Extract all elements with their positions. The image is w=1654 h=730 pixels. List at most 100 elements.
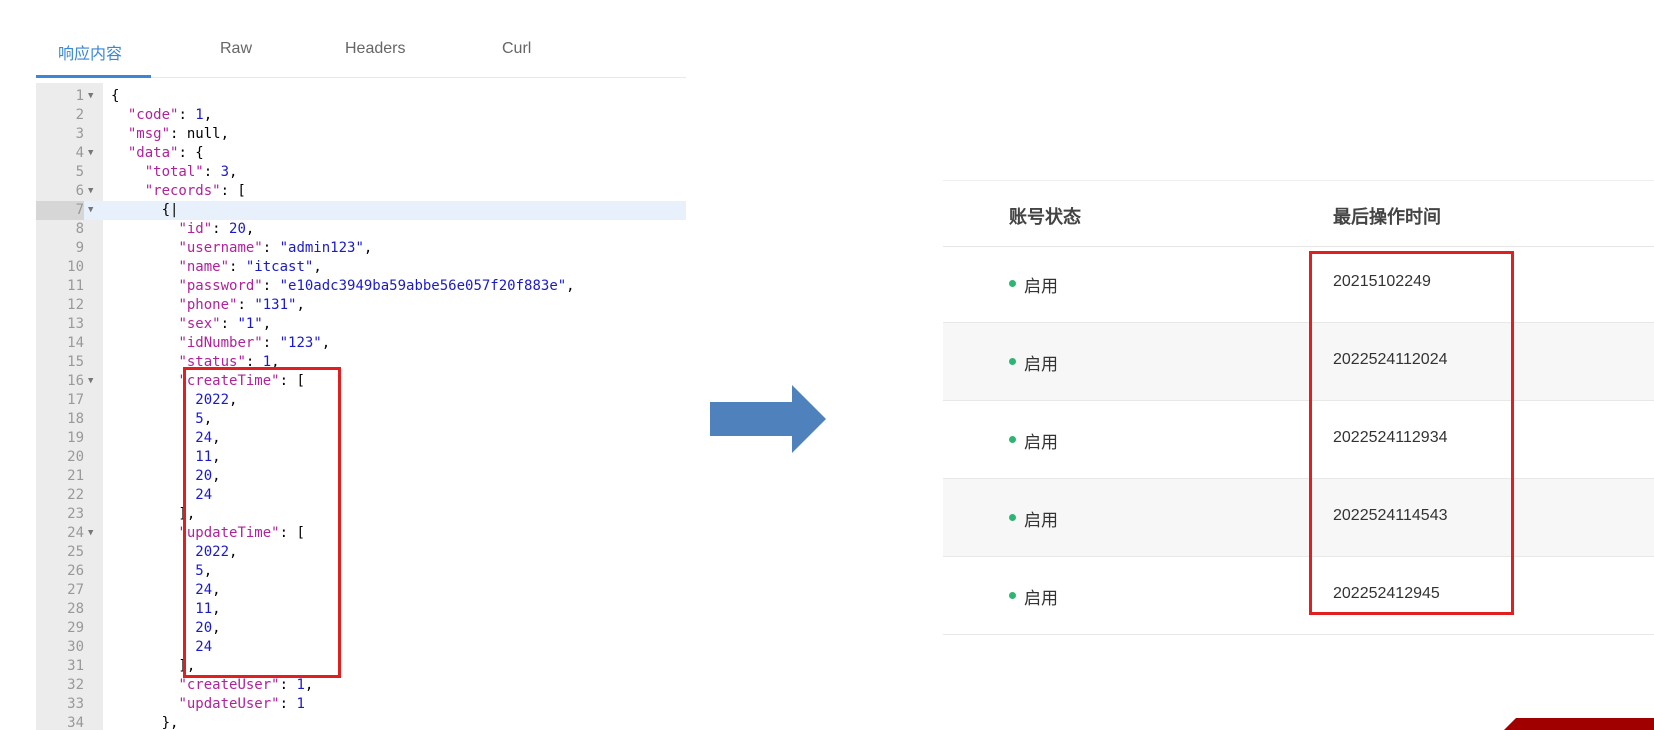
fold-toggle-icon[interactable]: ▼ bbox=[88, 87, 93, 106]
code-text: "data": { bbox=[127, 145, 204, 161]
line-number: 9 bbox=[75, 240, 84, 256]
code-line[interactable]: 4 ▼ "data": { bbox=[36, 144, 686, 163]
status-dot-icon bbox=[1009, 280, 1016, 287]
highlight-box-times bbox=[1309, 251, 1514, 615]
code-text: {| bbox=[111, 202, 179, 218]
code-line[interactable]: 19 24, bbox=[36, 429, 686, 448]
line-number: 6 bbox=[75, 183, 84, 199]
account-status: 启用 bbox=[1024, 433, 1058, 452]
line-number: 13 bbox=[67, 316, 84, 332]
code-line[interactable]: 25 2022, bbox=[36, 543, 686, 562]
code-line[interactable]: 18 5, bbox=[36, 410, 686, 429]
code-line[interactable]: 26 5, bbox=[36, 562, 686, 581]
line-number: 10 bbox=[67, 259, 84, 275]
table-row[interactable]: 启用 20215102249 bbox=[943, 245, 1654, 323]
table-header: 账号状态 最后操作时间 bbox=[943, 180, 1654, 247]
line-number: 2 bbox=[75, 107, 84, 123]
line-number: 29 bbox=[67, 620, 84, 636]
code-line[interactable]: 21 20, bbox=[36, 467, 686, 486]
line-number: 4 bbox=[75, 145, 84, 161]
code-text: "phone": "131", bbox=[178, 297, 305, 313]
code-line[interactable]: 2 "code": 1, bbox=[36, 106, 686, 125]
code-text: "sex": "1", bbox=[178, 316, 272, 332]
code-text: { bbox=[111, 88, 120, 104]
code-line[interactable]: 23 ], bbox=[36, 505, 686, 524]
line-number: 19 bbox=[67, 430, 84, 446]
table-row[interactable]: 启用 2022524112024 bbox=[943, 323, 1654, 401]
code-line[interactable]: 9 "username": "admin123", bbox=[36, 239, 686, 258]
line-number: 28 bbox=[67, 601, 84, 617]
code-line[interactable]: 22 24 bbox=[36, 486, 686, 505]
code-line[interactable]: 11 "password": "e10adc3949ba59abbe56e057… bbox=[36, 277, 686, 296]
line-number: 24 bbox=[67, 525, 84, 541]
line-number: 33 bbox=[67, 696, 84, 712]
code-line[interactable]: 15 "status": 1, bbox=[36, 353, 686, 372]
table-row[interactable]: 启用 202252412945 bbox=[943, 557, 1654, 635]
code-text: "records": [ bbox=[144, 183, 246, 199]
line-number: 16 bbox=[67, 373, 84, 389]
tab-headers[interactable]: Headers bbox=[345, 40, 405, 58]
code-line[interactable]: 6 ▼ "records": [ bbox=[36, 182, 686, 201]
right-arrow-icon bbox=[710, 385, 826, 453]
line-number: 15 bbox=[67, 354, 84, 370]
line-number: 11 bbox=[67, 278, 84, 294]
line-number: 23 bbox=[67, 506, 84, 522]
table-row[interactable]: 启用 2022524112934 bbox=[943, 401, 1654, 479]
tab-raw[interactable]: Raw bbox=[220, 40, 252, 58]
highlight-box-times bbox=[183, 367, 341, 678]
code-line[interactable]: 28 11, bbox=[36, 600, 686, 619]
line-number: 25 bbox=[67, 544, 84, 560]
active-tab-indicator bbox=[36, 75, 151, 78]
code-line[interactable]: 1 ▼ { bbox=[36, 87, 686, 106]
fold-toggle-icon[interactable]: ▼ bbox=[88, 201, 93, 220]
code-text: "password": "e10adc3949ba59abbe56e057f20… bbox=[178, 278, 575, 294]
corner-banner bbox=[1504, 718, 1654, 730]
code-line[interactable]: 13 "sex": "1", bbox=[36, 315, 686, 334]
table-row[interactable]: 启用 2022524114543 bbox=[943, 479, 1654, 557]
tab-curl[interactable]: Curl bbox=[502, 40, 531, 58]
fold-toggle-icon[interactable]: ▼ bbox=[88, 524, 93, 543]
status-dot-icon bbox=[1009, 358, 1016, 365]
line-number: 7 bbox=[36, 201, 84, 220]
code-text: "idNumber": "123", bbox=[178, 335, 331, 351]
code-line[interactable]: 8 "id": 20, bbox=[36, 220, 686, 239]
fold-toggle-icon[interactable]: ▼ bbox=[88, 372, 93, 391]
line-number: 3 bbox=[75, 126, 84, 142]
line-number: 31 bbox=[67, 658, 84, 674]
line-number: 1 bbox=[75, 88, 84, 104]
code-line[interactable]: 7 ▼ {| bbox=[36, 201, 686, 220]
line-number: 12 bbox=[67, 297, 84, 313]
line-number: 34 bbox=[67, 715, 84, 730]
code-line[interactable]: 3 "msg": null, bbox=[36, 125, 686, 144]
fold-toggle-icon[interactable]: ▼ bbox=[88, 144, 93, 163]
code-text: "updateUser": 1 bbox=[178, 696, 305, 712]
code-text: "total": 3, bbox=[144, 164, 238, 180]
code-line[interactable]: 5 "total": 3, bbox=[36, 163, 686, 182]
line-number: 27 bbox=[67, 582, 84, 598]
tab-response-content[interactable]: 响应内容 bbox=[58, 40, 122, 64]
line-number: 17 bbox=[67, 392, 84, 408]
fold-toggle-icon[interactable]: ▼ bbox=[88, 182, 93, 201]
code-line[interactable]: 14 "idNumber": "123", bbox=[36, 334, 686, 353]
code-line[interactable]: 29 20, bbox=[36, 619, 686, 638]
code-line[interactable]: 20 11, bbox=[36, 448, 686, 467]
code-line[interactable]: 24 ▼ "updateTime": [ bbox=[36, 524, 686, 543]
code-line[interactable]: 17 2022, bbox=[36, 391, 686, 410]
line-number: 30 bbox=[67, 639, 84, 655]
code-line[interactable]: 12 "phone": "131", bbox=[36, 296, 686, 315]
line-number: 18 bbox=[67, 411, 84, 427]
code-line[interactable]: 30 24 bbox=[36, 638, 686, 657]
line-number: 21 bbox=[67, 468, 84, 484]
status-dot-icon bbox=[1009, 592, 1016, 599]
header-account-status: 账号状态 bbox=[1009, 207, 1081, 227]
code-line[interactable]: 31 ], bbox=[36, 657, 686, 676]
code-line[interactable]: 34 }, bbox=[36, 714, 686, 730]
code-line[interactable]: 27 24, bbox=[36, 581, 686, 600]
code-line[interactable]: 16 ▼ "createTime": [ bbox=[36, 372, 686, 391]
json-code-editor[interactable]: 1 ▼{2 "code": 1, 3 "msg": null, 4 ▼ "data": … bbox=[36, 83, 686, 730]
code-line[interactable]: 33 "updateUser": 1 bbox=[36, 695, 686, 714]
account-status: 启用 bbox=[1024, 277, 1058, 296]
code-text: "username": "admin123", bbox=[178, 240, 373, 256]
code-line[interactable]: 32 "createUser": 1, bbox=[36, 676, 686, 695]
code-line[interactable]: 10 "name": "itcast", bbox=[36, 258, 686, 277]
